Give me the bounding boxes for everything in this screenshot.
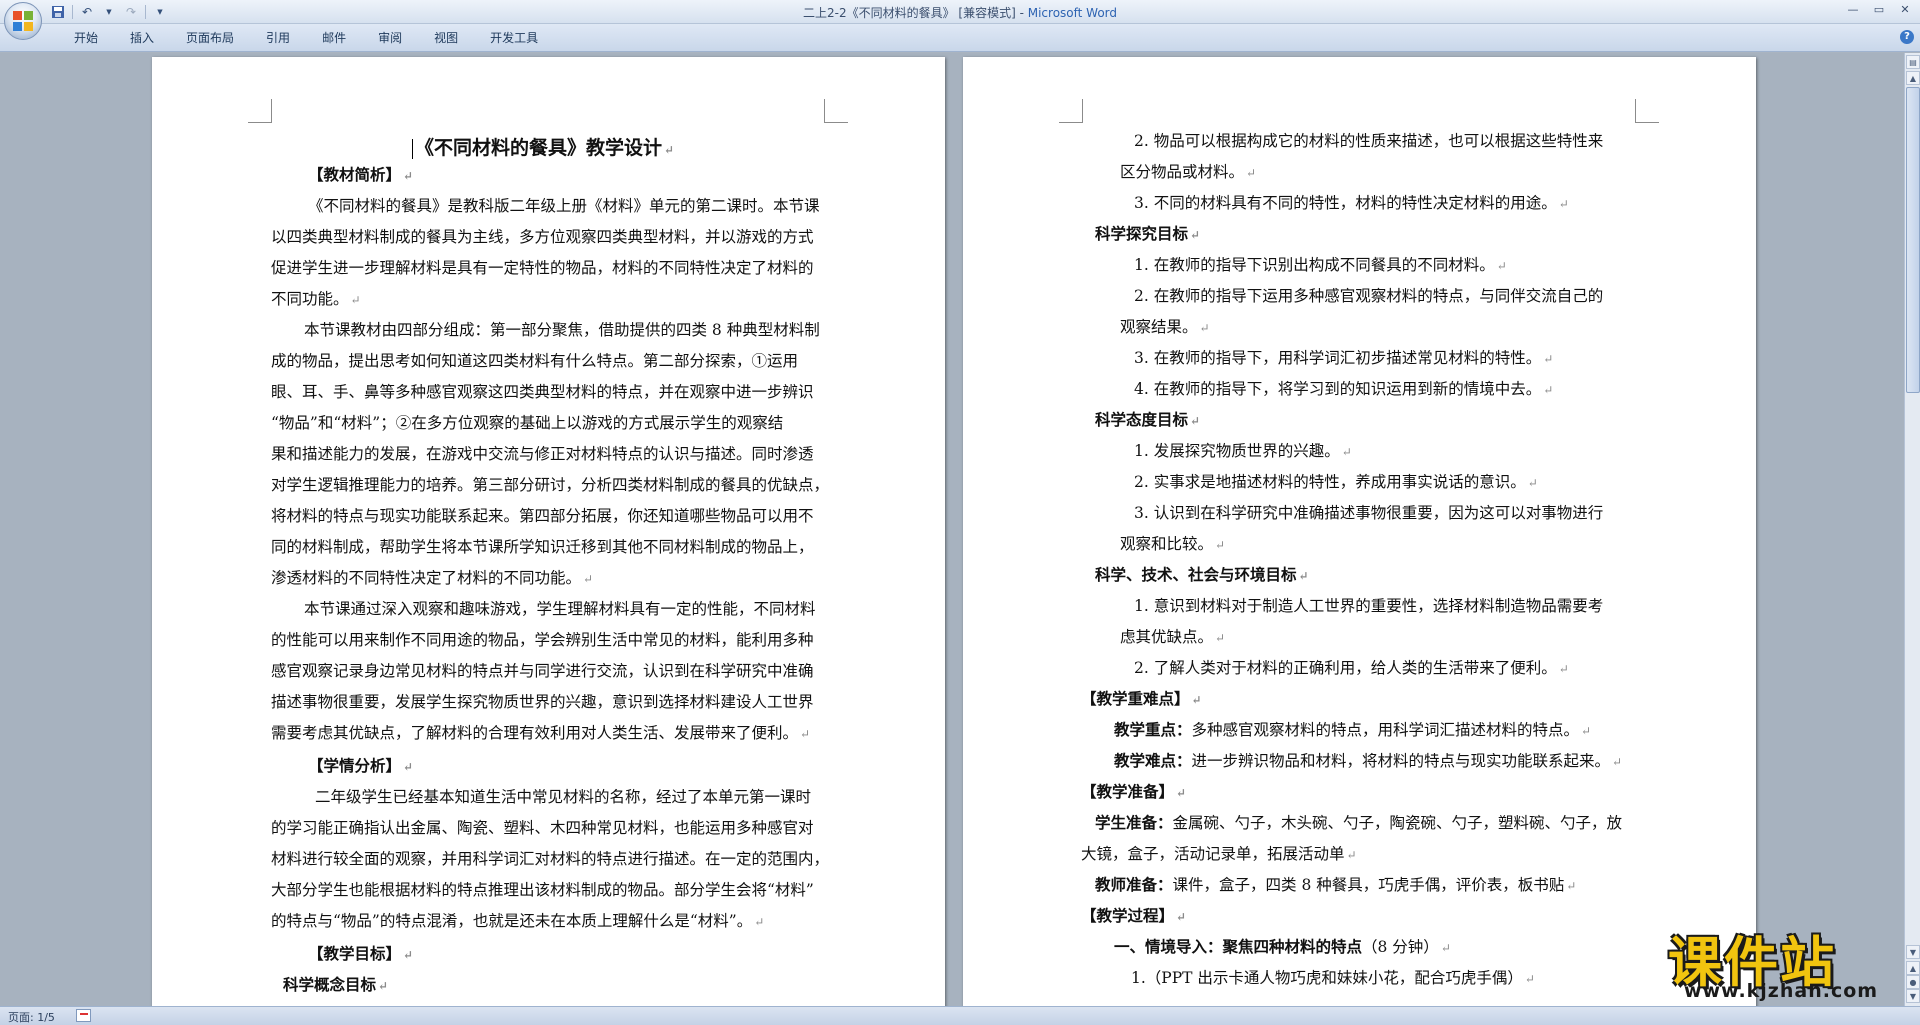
list-item: 1. 在教师的指导下识别出构成不同餐具的不同材料。 ↵	[1134, 256, 1507, 274]
app-name: Microsoft Word	[1027, 6, 1118, 20]
paragraph-line: 教学重点：多种感官观察材料的特点，用科学词汇描述材料的特点。 ↵	[1114, 720, 1592, 739]
section-heading: 【教学过程】 ↵	[1081, 906, 1187, 925]
subsection-heading: 科学概念目标 ↵	[283, 975, 389, 994]
ruler-toggle-icon[interactable]: ▤	[1906, 55, 1920, 69]
subsection-heading: 科学、技术、社会与环境目标 ↵	[1095, 565, 1309, 584]
paragraph-line: 一、情境导入：聚焦四种材料的特点（8 分钟） ↵	[1114, 937, 1451, 956]
scroll-down-icon[interactable]: ▼	[1906, 945, 1920, 959]
paragraph-line: 感官观察记录身边常见材料的特点并与同学进行交流，认识到在科学研究中准确	[271, 662, 814, 680]
list-item: 3. 在教师的指导下，用科学词汇初步描述常见材料的特性。 ↵	[1134, 349, 1554, 367]
tab-mailings[interactable]: 邮件	[306, 30, 362, 46]
paragraph-line: 需要考虑其优缺点，了解材料的合理有效利用对人类生活、发展带来了便利。 ↵	[271, 724, 811, 742]
crop-mark-top-left	[1059, 99, 1083, 123]
document-workspace: 《不同材料的餐具》教学设计 ↵ 【教材简析】 ↵ 《不同材料的餐具》是教科版二年级上…	[0, 53, 1904, 1017]
list-item: 2. 了解人类对于材料的正确利用，给人类的生活带来了便利。 ↵	[1134, 659, 1569, 677]
list-item: 1. 意识到材料对于制造人工世界的重要性，选择材料制造物品需要考	[1134, 597, 1604, 615]
paragraph-line: 成的物品，提出思考如何知道这四类材料有什么特点。第二部分探索，①运用	[271, 352, 799, 370]
paragraph-line: 材料进行较全面的观察，并用科学词汇对材料的特点进行描述。在一定的范围内，	[271, 850, 830, 868]
maximize-icon[interactable]: ▭	[1870, 2, 1888, 18]
next-page-icon[interactable]: ▼	[1906, 989, 1920, 1003]
tab-home[interactable]: 开始	[58, 30, 114, 46]
section-heading: 【教学重难点】 ↵	[1081, 689, 1202, 708]
ribbon-tabs: 开始 插入 页面布局 引用 邮件 审阅 视图 开发工具	[58, 30, 554, 46]
paragraph-line: 教师准备：课件，盒子，四类 8 种餐具，巧虎手偶，评价表，板书贴 ↵	[1095, 875, 1577, 894]
paragraph-line: 的特点与“物品”的特点混淆，也就是还未在本质上理解什么是“材料”。 ↵	[271, 912, 765, 930]
crop-mark-top-right	[1635, 99, 1659, 123]
tab-review[interactable]: 审阅	[362, 30, 418, 46]
list-item: 2. 实事求是地描述材料的特性，养成用事实说话的意识。 ↵	[1134, 473, 1538, 491]
paragraph-line: 二年级学生已经基本知道生活中常见材料的名称，经过了本单元第一课时	[315, 788, 812, 806]
title-bar: ↶ ▼ ↷ ▼ 二上2-2《不同材料的餐具》 [兼容模式] - Microsof…	[0, 0, 1920, 40]
tab-developer[interactable]: 开发工具	[474, 30, 554, 46]
section-heading: 【教材简析】 ↵	[308, 165, 414, 184]
paragraph-line: 以四类典型材料制成的餐具为主线，多方位观察四类典型材料，并以游戏的方式	[271, 228, 814, 246]
previous-page-icon[interactable]: ▲	[1906, 961, 1920, 975]
subsection-heading: 科学态度目标 ↵	[1095, 410, 1201, 429]
paragraph-line: 大部分学生也能根据材料的特点推理出该材料制成的物品。部分学生会将“材料”	[271, 881, 814, 899]
list-item: 3. 认识到在科学研究中准确描述事物很重要，因为这可以对事物进行	[1134, 504, 1604, 522]
crop-mark-top-right	[824, 99, 848, 123]
section-heading: 【教学准备】 ↵	[1081, 782, 1187, 801]
help-icon[interactable]: ?	[1900, 30, 1914, 44]
watermark-url: www.kjzhan.com	[1684, 980, 1879, 1002]
paragraph-line: 渗透材料的不同特性决定了材料的不同功能。 ↵	[271, 569, 594, 587]
paragraph-line: 教学难点：进一步辨识物品和材料，将材料的特点与现实功能联系起来。 ↵	[1114, 751, 1623, 770]
page-number-indicator[interactable]: 页面: 1/5	[8, 1009, 55, 1025]
paragraph-line: 观察结果。 ↵	[1120, 318, 1210, 336]
paragraph-line: 的学习能正确指认出金属、陶瓷、塑料、木四种常见材料，也能运用多种感官对	[271, 819, 814, 837]
window-controls: — ▭ ✕	[1844, 2, 1914, 18]
document-title-heading: 《不同材料的餐具》教学设计 ↵	[412, 133, 674, 160]
section-heading: 【学情分析】 ↵	[308, 756, 414, 775]
text-cursor	[412, 139, 413, 159]
paragraph-line: 大镜，盒子，活动记录单，拓展活动单 ↵	[1081, 845, 1357, 863]
status-bar: 页面: 1/5	[0, 1006, 1920, 1025]
office-logo-icon	[13, 11, 33, 31]
paragraph-line: “物品”和“材料”；②在多方位观察的基础上以游戏的方式展示学生的观察结	[271, 414, 784, 432]
list-item: 2. 在教师的指导下运用多种感官观察材料的特点，与同伴交流自己的	[1134, 287, 1604, 305]
paragraph-line: 对学生逻辑推理能力的培养。第三部分研讨，分析四类材料制成的餐具的优缺点，	[271, 476, 830, 494]
tab-references[interactable]: 引用	[250, 30, 306, 46]
paragraph-line: 不同功能。 ↵	[271, 290, 361, 308]
paragraph-line: 促进学生进一步理解材料是具有一定特性的物品，材料的不同特性决定了材料的	[271, 259, 814, 277]
close-icon[interactable]: ✕	[1896, 2, 1914, 18]
section-heading: 【教学目标】 ↵	[308, 944, 414, 963]
list-item: 2. 物品可以根据构成它的材料的性质来描述，也可以根据这些特性来	[1134, 132, 1604, 150]
paragraph-line: 观察和比较。 ↵	[1120, 535, 1226, 553]
paragraph-line: 本节课通过深入观察和趣味游戏，学生理解材料具有一定的性能，不同材料	[304, 600, 816, 618]
select-browse-object-icon[interactable]: ●	[1906, 975, 1920, 989]
paragraph-line: 眼、耳、手、鼻等多种感官观察这四类典型材料的特点，并在观察中进一步辨识	[271, 383, 814, 401]
scroll-up-icon[interactable]: ▲	[1906, 71, 1920, 85]
list-item: 1.（PPT 出示卡通人物巧虎和妹妹小花，配合巧虎手偶） ↵	[1131, 969, 1535, 987]
paragraph-line: 将材料的特点与现实功能联系起来。第四部分拓展，你还知道哪些物品可以用不	[271, 507, 814, 525]
scrollbar-thumb[interactable]	[1906, 87, 1920, 393]
paragraph-line: 《不同材料的餐具》是教科版二年级上册《材料》单元的第二课时。本节课	[308, 197, 820, 215]
tab-page-layout[interactable]: 页面布局	[170, 30, 250, 46]
paragraph-line: 果和描述能力的发展，在游戏中交流与修正对材料特点的认识与描述。同时渗透	[271, 445, 814, 463]
list-item: 4. 在教师的指导下，将学习到的知识运用到新的情境中去。 ↵	[1134, 380, 1554, 398]
paragraph-line: 区分物品或材料。 ↵	[1120, 163, 1257, 181]
office-button[interactable]	[4, 2, 42, 40]
proofing-status-icon[interactable]	[76, 1009, 91, 1022]
document-page-1[interactable]: 《不同材料的餐具》教学设计 ↵ 【教材简析】 ↵ 《不同材料的餐具》是教科版二年级上…	[152, 57, 945, 1017]
minimize-icon[interactable]: —	[1844, 2, 1862, 18]
watermark-logo: 课件站 www.kjzhan.com	[1668, 918, 1904, 1002]
subsection-heading: 科学探究目标 ↵	[1095, 224, 1201, 243]
document-page-2[interactable]: 2. 物品可以根据构成它的材料的性质来描述，也可以根据这些特性来 区分物品或材料…	[963, 57, 1756, 1017]
paragraph-line: 同的材料制成，帮助学生将本节课所学知识迁移到其他不同材料制成的物品上，	[271, 538, 814, 556]
vertical-scrollbar[interactable]: ▤ ▲ ▼ ▲ ● ▼	[1904, 53, 1920, 1006]
paragraph-line: 的性能可以用来制作不同用途的物品，学会辨别生活中常见的材料，能利用多种	[271, 631, 814, 649]
paragraph-line: 本节课教材由四部分组成：第一部分聚焦，借助提供的四类 8 种典型材料制	[304, 321, 820, 339]
tab-insert[interactable]: 插入	[114, 30, 170, 46]
list-item: 3. 不同的材料具有不同的特性，材料的特性决定材料的用途。 ↵	[1134, 194, 1569, 212]
paragraph-line: 描述事物很重要，发展学生探究物质世界的兴趣，意识到选择材料建设人工世界	[271, 693, 814, 711]
ribbon-tab-bar: 开始 插入 页面布局 引用 邮件 审阅 视图 开发工具 ?	[0, 24, 1920, 52]
tab-view[interactable]: 视图	[418, 30, 474, 46]
window-title: 二上2-2《不同材料的餐具》 [兼容模式] - Microsoft Word	[0, 4, 1920, 21]
crop-mark-top-left	[248, 99, 272, 123]
list-item: 1. 发展探究物质世界的兴趣。 ↵	[1134, 442, 1352, 460]
paragraph-line: 虑其优缺点。 ↵	[1120, 628, 1226, 646]
paragraph-line: 学生准备：金属碗、勺子，木头碗、勺子，陶瓷碗、勺子，塑料碗、勺子，放	[1095, 813, 1623, 832]
document-title: 二上2-2《不同材料的餐具》 [兼容模式] -	[802, 6, 1028, 20]
